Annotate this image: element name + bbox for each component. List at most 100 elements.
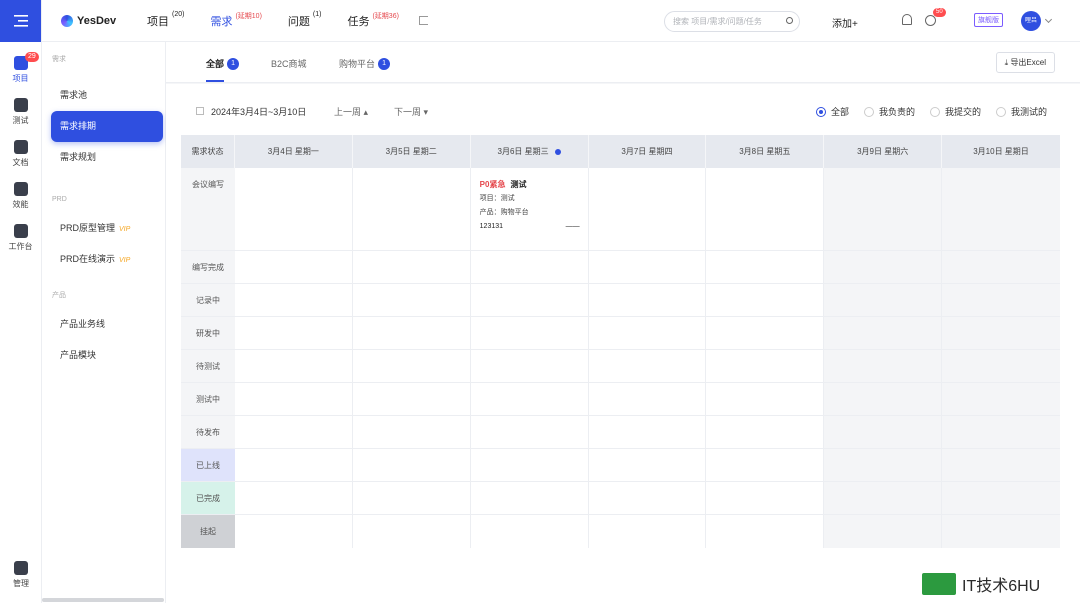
day-cell[interactable] [706,515,825,548]
bell-icon[interactable] [902,14,912,25]
rail-item-project[interactable]: 29 项目 [0,48,41,90]
day-cell[interactable] [353,449,471,481]
day-cell[interactable]: P0紧急 测试 项目：测试 产品：购物平台 123131 —— [471,168,589,250]
day-cell[interactable] [235,482,353,514]
sidebar-item-product-module[interactable]: 产品模块 [51,340,163,371]
day-cell[interactable] [706,383,825,415]
day-cell[interactable] [235,515,353,548]
day-cell[interactable] [471,383,589,415]
clock-icon[interactable] [925,15,936,26]
logo[interactable]: YesDev [61,14,147,27]
day-cell[interactable] [942,350,1060,382]
calendar-icon[interactable] [196,107,204,115]
day-cell[interactable] [589,449,707,481]
day-cell[interactable] [353,350,471,382]
sidebar-item-req-pool[interactable]: 需求池 [51,80,163,111]
exit-icon[interactable] [418,16,428,25]
day-cell[interactable] [706,416,825,448]
export-excel-button[interactable]: ⤓ 导出Excel [995,52,1055,73]
nav-project[interactable]: 项目 (20) [147,11,184,29]
day-cell[interactable] [235,449,353,481]
day-cell[interactable] [235,416,353,448]
day-cell[interactable] [471,416,589,448]
requirement-card[interactable]: P0紧急 测试 项目：测试 产品：购物平台 123131 —— [480,178,580,234]
filter-submitted[interactable]: 我提交的 [929,105,981,118]
day-cell[interactable] [942,317,1060,349]
day-cell[interactable] [942,168,1060,250]
sidebar-item-req-schedule[interactable]: 需求排期 [51,111,163,142]
day-cell[interactable] [589,317,707,349]
day-cell[interactable] [706,251,825,283]
day-cell[interactable] [353,168,471,250]
rail-item-workbench[interactable]: 工作台 [0,216,41,258]
day-cell[interactable] [706,284,825,316]
sidebar-item-req-planning[interactable]: 需求规划 [51,142,163,173]
day-cell[interactable] [353,515,471,548]
prev-week-button[interactable]: 上一周 ▴ [334,105,368,118]
avatar[interactable]: 哩吕 [1021,11,1041,31]
sidebar-item-product-line[interactable]: 产品业务线 [51,309,163,340]
rail-item-admin[interactable]: 管理 [0,553,42,595]
day-cell[interactable] [942,482,1060,514]
day-cell[interactable] [706,449,825,481]
day-cell[interactable] [824,449,943,481]
sidebar-item-prd-prototype[interactable]: PRD原型管理 VIP [51,213,163,244]
tab-shopping[interactable]: 购物平台 1 [339,57,391,70]
day-cell[interactable] [471,482,589,514]
day-cell[interactable] [235,350,353,382]
filter-mine[interactable]: 我负责的 [863,105,915,118]
day-cell[interactable] [706,350,825,382]
nav-issue[interactable]: 问题 (1) [288,11,322,29]
day-cell[interactable] [235,251,353,283]
rail-item-test[interactable]: 测试 [0,90,41,132]
day-cell[interactable] [471,317,589,349]
day-cell[interactable] [824,284,943,316]
filter-tested[interactable]: 我测试的 [995,105,1047,118]
day-cell[interactable] [235,317,353,349]
day-cell[interactable] [353,284,471,316]
day-cell[interactable] [589,515,707,548]
menu-toggle-button[interactable] [0,0,41,42]
sidebar-scrollbar[interactable] [42,598,164,602]
day-cell[interactable] [589,416,707,448]
date-range[interactable]: 2024年3月4日~3月10日 [211,105,306,118]
day-cell[interactable] [824,383,943,415]
day-cell[interactable] [824,251,943,283]
tab-b2c[interactable]: B2C商城 [271,57,307,70]
day-cell[interactable] [353,416,471,448]
day-cell[interactable] [824,482,943,514]
day-cell[interactable] [589,168,707,250]
sidebar-item-prd-demo[interactable]: PRD在线演示 VIP [51,244,163,275]
day-cell[interactable] [824,515,943,548]
day-cell[interactable] [235,284,353,316]
day-cell[interactable] [589,482,707,514]
chevron-down-icon[interactable] [1044,15,1053,24]
rail-item-doc[interactable]: 文档 [0,132,41,174]
day-cell[interactable] [589,350,707,382]
day-cell[interactable] [235,168,353,250]
day-cell[interactable] [589,383,707,415]
day-cell[interactable] [942,284,1060,316]
day-cell[interactable] [589,251,707,283]
day-cell[interactable] [471,284,589,316]
next-week-button[interactable]: 下一周 ▾ [394,105,428,118]
day-cell[interactable] [706,168,825,250]
edition-badge[interactable]: 旗舰版 [974,13,1003,27]
rail-item-performance[interactable]: 效能 [0,174,41,216]
nav-requirement[interactable]: 需求 (延期10) [210,13,261,29]
day-cell[interactable] [942,383,1060,415]
day-cell[interactable] [942,449,1060,481]
day-cell[interactable] [353,383,471,415]
day-cell[interactable] [824,317,943,349]
day-cell[interactable] [942,251,1060,283]
day-cell[interactable] [706,482,825,514]
add-button[interactable]: 添加+ [832,15,858,30]
day-cell[interactable] [353,317,471,349]
day-cell[interactable] [824,168,943,250]
day-cell[interactable] [471,515,589,548]
day-cell[interactable] [235,383,353,415]
day-cell[interactable] [353,482,471,514]
day-cell[interactable] [942,416,1060,448]
search-input[interactable]: 搜索 项目/需求/问题/任务 [664,11,800,32]
day-cell[interactable] [471,350,589,382]
